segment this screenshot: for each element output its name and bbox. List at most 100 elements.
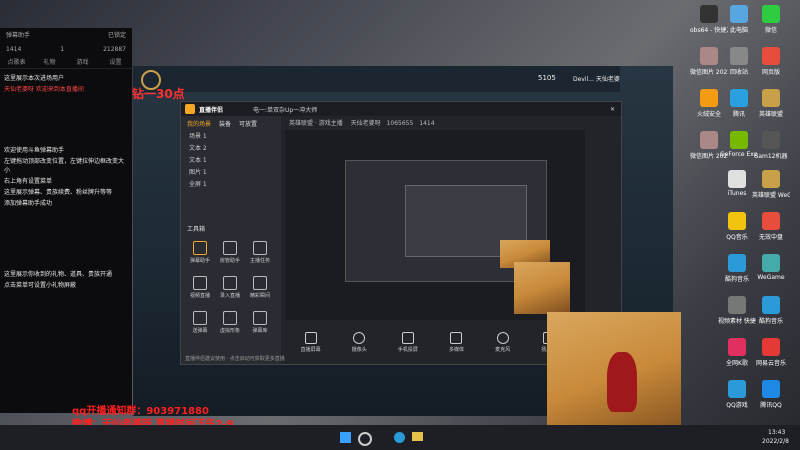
app-icon [730,131,748,149]
desktop-icon-label: 网页版 [761,69,780,76]
desktop-icon[interactable]: 视频素材 快捷方式 [718,296,756,325]
tab-placeable[interactable]: 可放置 [239,119,257,128]
footer-tip: 直播伴侣建议使用 · 点击启动可获取更多直播 [185,356,285,362]
tool-highlight[interactable]: 精彩瞬间 [247,276,273,299]
desktop-icon[interactable]: 全网K歌 [718,338,756,367]
scene-item[interactable]: 全屏 1 [181,179,281,191]
desktop-icon[interactable]: 微信 [752,5,790,34]
desktop-icon[interactable]: 英雄联盟 WeGame [752,170,790,199]
scene-item[interactable]: 图片 1 [181,167,281,179]
desktop-icon[interactable]: WeGame [752,254,790,281]
screen-button[interactable]: 直播屏幕 [301,332,321,360]
app-icon [700,131,718,149]
desktop-icon-label: 视频素材 快捷方式 [718,318,756,325]
desktop-icon[interactable]: 英雄联盟 [752,89,790,118]
phone-icon [401,332,414,344]
tab-equipment[interactable]: 装备 [219,119,231,128]
channel-info: 英雄联盟 · 游戏主播 天仙老婆呀 1065655 1414 [289,118,435,127]
desktop-icon[interactable]: Sam12机器 [752,131,790,160]
search-icon[interactable] [358,432,372,446]
app-icon [728,254,746,272]
tool-task[interactable]: 主播任务 [247,241,273,264]
tool-send-danmaku[interactable]: 送弹幕 [187,311,213,334]
scene-item[interactable]: 场景 1 [181,131,281,143]
app-icon [730,47,748,65]
list-item: 这里展示弹幕、贵族续费、粉丝牌升等等 [4,189,113,196]
desktop-icon[interactable]: 腾讯QQ [752,380,790,409]
folder-icon[interactable] [412,432,423,441]
likes-count: 1414 [6,46,22,53]
clock-date: 2022/2/8 [762,438,789,445]
clock-time: 13:43 [768,429,786,436]
close-icon[interactable]: ✕ [610,106,615,113]
danmaku-panel[interactable]: 弹幕助手 已锁定 1414 1 212887 点歌表 礼物 游戏 设置 这里展示本… [0,28,132,413]
desktop-icon[interactable]: 酷狗音乐 [752,296,790,325]
tool-avatar[interactable]: 虚拟形象 [217,311,243,334]
tool-video[interactable]: 视频直播 [187,276,213,299]
edge-icon[interactable] [394,432,405,443]
desktop-icon[interactable]: 酷狗音乐 [718,254,756,283]
list-item: 左键拖动顶部改变位置，左键拉伸边框改变大小 [4,158,125,174]
desktop-icon-label: QQ游戏 [726,402,748,409]
desktop-icon-label: 酷狗音乐 [724,276,749,283]
list-item: 点击菜单可设置小礼物屏蔽 [4,282,77,289]
scene-item[interactable]: 文本 1 [181,155,281,167]
app-icon [700,89,718,107]
media-button[interactable]: 多媒体 [449,332,464,360]
app-icon [762,89,780,107]
tab-song[interactable]: 点歌表 [0,55,33,68]
tool-danmaku[interactable]: 弹幕助手 [187,241,213,264]
player-name: Devil... 天仙老婆 [573,76,620,83]
tab-game[interactable]: 游戏 [66,55,99,68]
list-item: 天仙老婆呀 欢迎来到本直播间 [4,86,84,93]
danmaku-icon [193,241,207,255]
phone-cast-button[interactable]: 手机投屏 [398,332,418,360]
mic-icon [496,332,509,344]
desktop-icon[interactable]: QQ音乐 [718,212,756,241]
tool-room-admin[interactable]: 房管助手 [217,241,243,264]
app-icon [762,212,780,230]
app-icon [700,5,718,23]
highlight-icon [253,276,267,290]
list-item: 欢迎使用斗鱼弹幕助手 [4,147,65,154]
desktop-icon[interactable]: QQ游戏 [718,380,756,409]
app-icon [762,338,780,356]
app-icon [762,170,780,188]
avatar-icon [223,311,237,325]
tab-gift[interactable]: 礼物 [33,55,66,68]
lock-status[interactable]: 已锁定 [108,30,126,42]
desktop-icon-label: QQ音乐 [726,234,748,241]
desktop-icon[interactable]: 网页版 [752,47,790,76]
desktop-icon-label: 英雄联盟 WeGame [752,192,790,199]
desktop-icon-label: 无效中盘 [758,234,783,241]
list-item: 右上角有设置菜单 [4,178,53,185]
tab-scenes[interactable]: 我的场景 [187,119,211,128]
desktop-icon-label: 全网K歌 [726,360,748,367]
video-icon [193,276,207,290]
desktop-icon[interactable]: 网易云音乐 [752,338,790,367]
desktop-icon[interactable]: iTunes [718,170,756,197]
desktop-icon[interactable]: 无效中盘 [752,212,790,241]
uid: 1065655 [386,120,414,127]
app-icon [728,170,746,188]
send-icon [193,311,207,325]
tab-settings[interactable]: 设置 [99,55,132,68]
stream-title[interactable]: 电一:单双杂Up一冲大师 [253,105,317,114]
scene-item[interactable]: 文本 2 [181,143,281,155]
mic-button[interactable]: 麦克风 [495,332,510,360]
list-item: 这里展示你收到的礼物、道具、贵族开通 [4,271,113,278]
photo-large [547,312,681,442]
like-total: 1414 [419,120,435,127]
camera-icon [353,332,366,344]
app-icon [762,47,780,65]
list-item: 这里展示本次进场用户 [4,75,65,82]
windows-start-icon[interactable] [340,432,351,443]
camera-button[interactable]: 摄像头 [352,332,367,360]
app-icon [762,296,780,314]
photo-small-2 [514,262,570,314]
toolbox-title: 工具箱 [187,226,206,233]
red-dress-figure [607,352,637,412]
tool-record[interactable]: 录入直播 [217,276,243,299]
tool-danmaku-lib[interactable]: 弹幕库 [247,311,273,334]
desktop-icon-label: WeGame [757,274,785,281]
